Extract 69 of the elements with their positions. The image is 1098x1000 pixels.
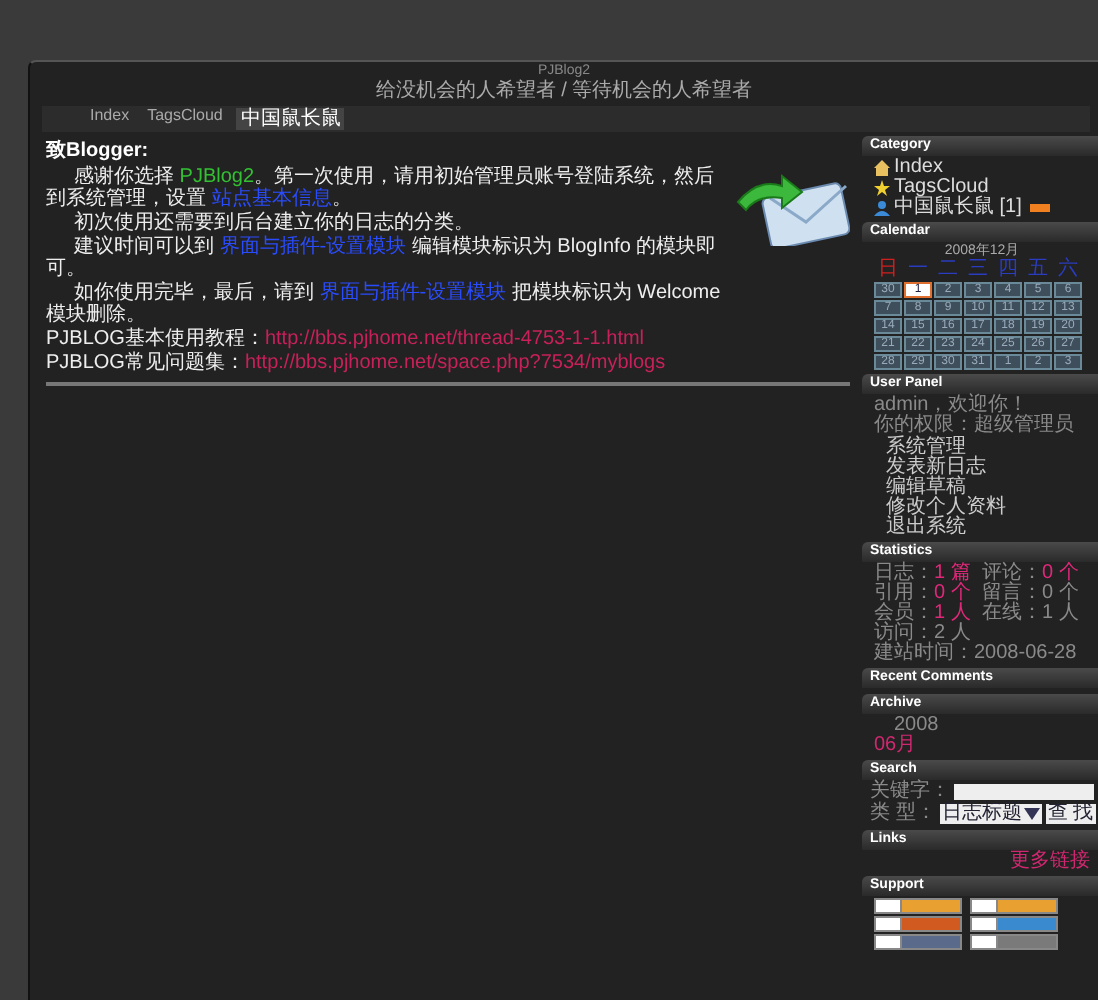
weekday-label: 一: [906, 259, 930, 280]
stat-value: 0 个: [1042, 561, 1079, 584]
brand-link[interactable]: PJBlog2: [179, 165, 255, 188]
house-icon: [874, 159, 890, 176]
nav-link[interactable]: 中国鼠长鼠: [236, 107, 345, 130]
caret-icon: [1023, 807, 1040, 820]
stat-label: 在线：: [982, 601, 1042, 624]
category-link[interactable]: Index: [894, 157, 943, 178]
star-icon: [874, 179, 890, 196]
stat-label: 引用：: [874, 581, 934, 604]
stat-label: 建站时间：: [874, 641, 974, 664]
stat-value: 1 篇: [934, 561, 971, 584]
stat-value: 2 人: [934, 621, 971, 644]
stat-label: 留言：: [982, 581, 1042, 604]
welcome-line: 建议时间可以到 界面与插件-设置模块 编辑模块标识为 BlogInfo 的模块即可。: [46, 235, 719, 280]
user-info: admin，欢迎你！: [874, 395, 1029, 416]
support-badge-icon[interactable]: [970, 915, 1058, 932]
welcome-line: 初次使用还需要到后台建立你的日志的分类。: [72, 211, 476, 234]
text-link[interactable]: 站点基本信息: [211, 187, 332, 210]
stat-value: 0 个: [934, 581, 971, 604]
weekday-label: 六: [1056, 259, 1080, 280]
weekday-label: 五: [1026, 259, 1050, 280]
stat-label: 日志：: [874, 561, 934, 584]
stat-label: 会员：: [874, 601, 934, 624]
user-info: 你的权限：超级管理员: [874, 415, 1076, 436]
welcome-line: 如你使用完毕，最后，请到 界面与插件-设置模块 把模块标识为 Welcome 模块删除。: [46, 281, 723, 326]
keyword-field[interactable]: [954, 783, 1094, 800]
support-badge-icon[interactable]: [874, 897, 962, 914]
nav-link[interactable]: Index: [86, 107, 134, 130]
welcome-line: 感谢你选择 PJBlog2。第一次使用，请用初始管理员账号登陆系统，然后到系统管理，设置 站点基本信息。: [46, 165, 717, 210]
user-panel-link[interactable]: 系统管理: [886, 437, 1090, 458]
welcome-line: PJBLOG常见问题集：http://bbs.pjhome.net/space.php?7534/myblogs: [46, 351, 668, 374]
user-panel-link[interactable]: 发表新日志: [886, 457, 1090, 478]
person-icon: [874, 199, 890, 216]
envelope-icon: [734, 169, 850, 246]
url-link[interactable]: http://bbs.pjhome.net/thread-4753-1-1.html: [264, 327, 645, 350]
url-link[interactable]: http://bbs.pjhome.net/space.php?7534/myblogs: [244, 351, 666, 374]
field-label: 类 型：: [870, 803, 936, 824]
weekday-label: 三: [966, 259, 990, 280]
more-links-link[interactable]: 更多链接: [874, 851, 1090, 872]
stat-label: 访问：: [874, 621, 934, 644]
support-badge-icon[interactable]: [970, 897, 1058, 914]
user-panel-link[interactable]: 修改个人资料: [886, 497, 1090, 518]
text-link[interactable]: 界面与插件-设置模块: [219, 235, 407, 258]
stat-value: 0 个: [1042, 581, 1079, 604]
archive-month-link[interactable]: 06月: [874, 735, 1090, 756]
nav-link[interactable]: TagsCloud: [143, 107, 227, 130]
welcome-line: PJBLOG基本使用教程：http://bbs.pjhome.net/thread-4753-1-1.html: [46, 327, 647, 350]
category-link[interactable]: TagsCloud: [894, 177, 989, 198]
blog-subtitle: 给没机会的人希望者 / 等待机会的人希望者: [373, 79, 755, 102]
text-link[interactable]: 界面与插件-设置模块: [319, 281, 507, 304]
weekday-label: 日: [876, 259, 900, 280]
support-badge-icon[interactable]: [970, 933, 1058, 950]
user-panel-link[interactable]: 编辑草稿: [886, 477, 1090, 498]
user-panel-link[interactable]: 退出系统: [886, 517, 1090, 538]
support-badge-icon[interactable]: [874, 933, 962, 950]
field-label: 关键字：: [870, 781, 950, 802]
stat-value: 2008-06-28: [974, 641, 1077, 664]
weekday-label: 四: [996, 259, 1020, 280]
archive-year: 2008: [892, 715, 941, 736]
stat-value: 1 人: [1042, 601, 1079, 624]
support-badge-icon[interactable]: [874, 915, 962, 932]
stat-value: 1 人: [934, 601, 971, 624]
stat-label: 评论：: [982, 561, 1042, 584]
weekday-label: 二: [936, 259, 960, 280]
category-link[interactable]: 中国鼠长鼠 [1]: [894, 197, 1022, 218]
search-button[interactable]: 查 找: [1045, 803, 1096, 824]
greeting: 致Blogger:: [46, 139, 151, 162]
type-dropdown[interactable]: 日志标题: [939, 803, 1042, 824]
